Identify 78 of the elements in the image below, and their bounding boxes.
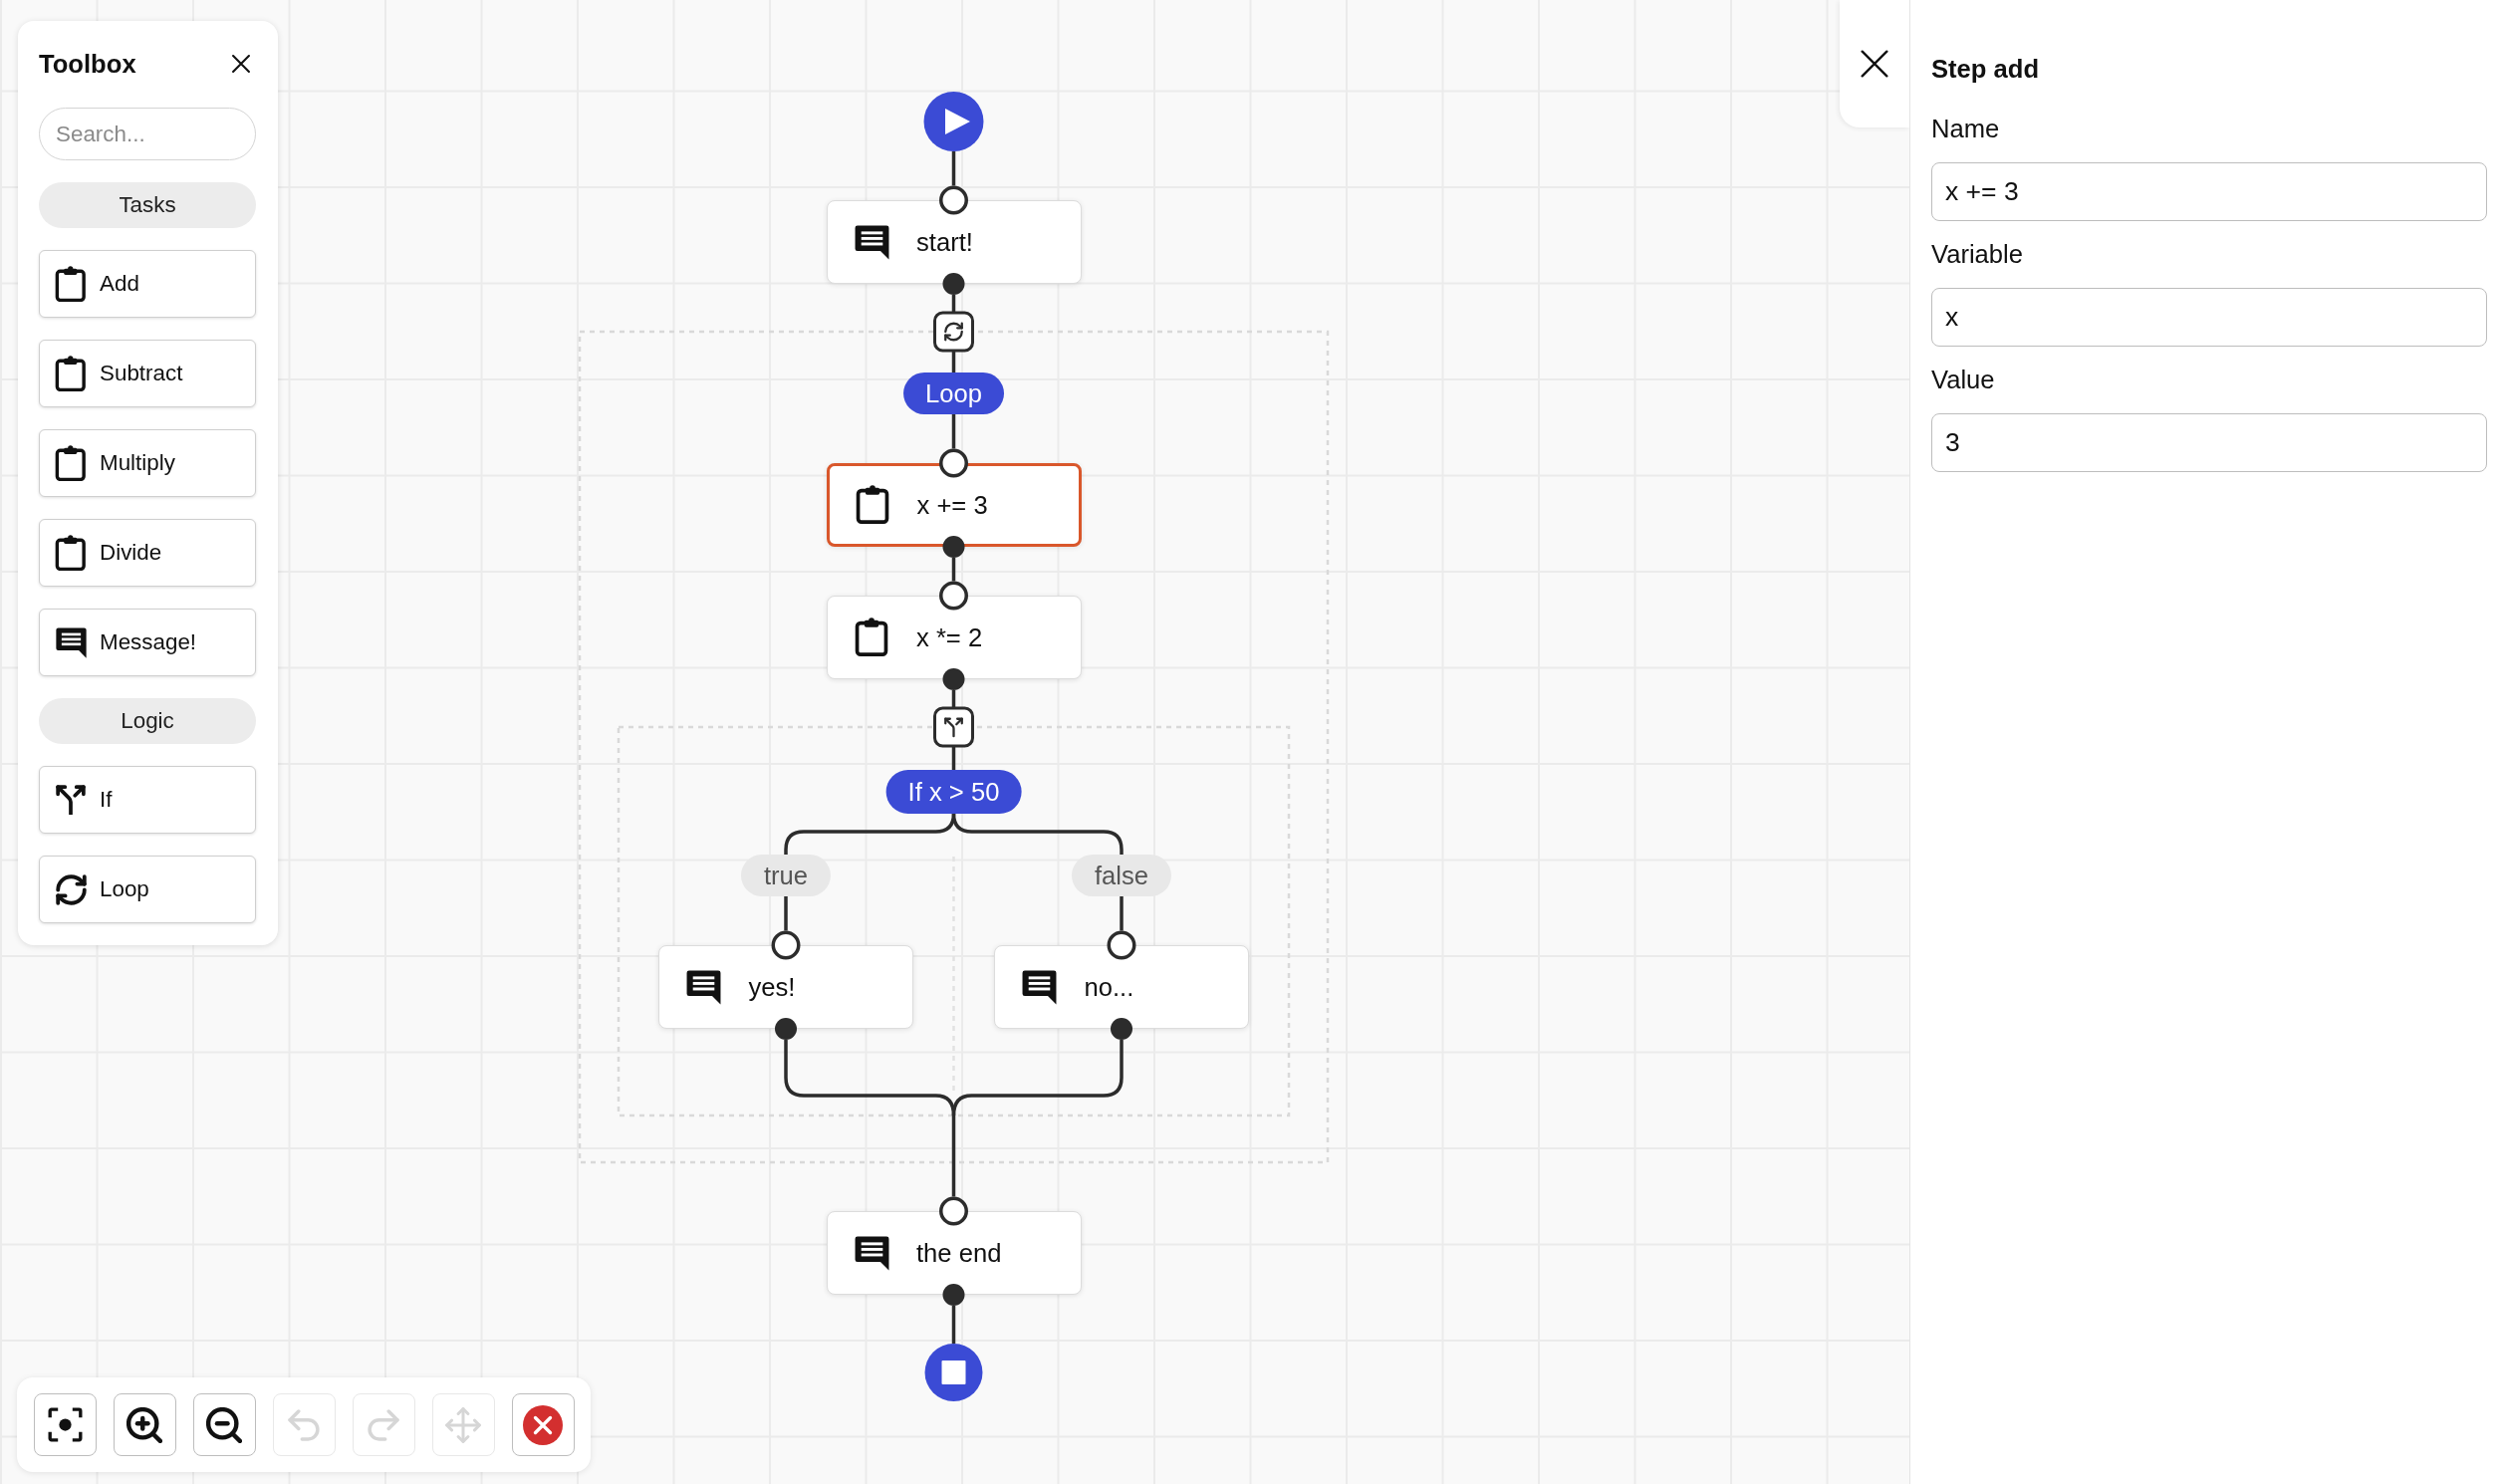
port-ring-icon (771, 930, 801, 960)
toolbox-item[interactable]: Loop (39, 856, 256, 923)
port-ring-icon (939, 1196, 968, 1226)
search-field[interactable]: Search... (39, 108, 256, 160)
step-node[interactable]: x *= 2 (826, 596, 1082, 679)
branch-label: false (1071, 855, 1172, 896)
branch-label: true (740, 855, 832, 896)
port-ring-icon (939, 448, 968, 478)
connector-line (951, 351, 956, 372)
chat-bubble-icon (1021, 968, 1058, 1006)
condition-label[interactable]: If x > 50 (885, 770, 1022, 814)
focus-icon (47, 1407, 83, 1442)
chat-bubble-icon (853, 1234, 890, 1272)
redo-icon (368, 1408, 399, 1441)
zoom-out-button[interactable] (192, 1393, 256, 1456)
panel-title: Step add (1931, 54, 2041, 84)
field-label: Value (1931, 365, 1996, 394)
zoom-out-icon (206, 1406, 242, 1443)
clipboard-icon (55, 265, 87, 303)
port-ring-icon (939, 185, 968, 215)
close-icon (1861, 50, 1888, 78)
clipboard-icon (55, 444, 87, 482)
cycle-arrows-icon (933, 311, 974, 353)
chat-bubble-icon (54, 625, 88, 659)
toolbox-item[interactable]: Add (39, 250, 256, 318)
toolbox-item[interactable]: If (39, 766, 256, 834)
fork-arrows-icon (56, 785, 86, 815)
toolbox-item[interactable]: Multiply (39, 429, 256, 497)
chat-bubble-icon (853, 223, 890, 261)
port-ring-icon (1107, 930, 1136, 960)
port-dot-icon (942, 668, 965, 690)
port-dot-icon (1111, 1018, 1132, 1040)
delete-button[interactable] (511, 1393, 575, 1456)
port-dot-icon (942, 1284, 965, 1306)
clipboard-icon (55, 355, 87, 392)
chat-bubble-icon (685, 968, 722, 1006)
step-node[interactable]: x += 3 (826, 463, 1082, 547)
text-input[interactable]: x (1931, 287, 2487, 347)
undo-icon (288, 1408, 320, 1441)
zoom-in-icon (126, 1406, 162, 1443)
play-icon (923, 92, 984, 151)
field-label: Name (1931, 114, 2001, 143)
stop-icon (924, 1344, 983, 1401)
connector-line (784, 896, 788, 931)
step-node[interactable]: no... (994, 945, 1249, 1029)
connector-line (951, 1306, 956, 1344)
step-node[interactable]: start! (826, 200, 1082, 284)
clipboard-icon (855, 618, 888, 657)
step-node[interactable]: the end (826, 1211, 1082, 1295)
port-dot-icon (942, 536, 965, 558)
connector-line (951, 151, 956, 186)
step-node[interactable]: yes! (658, 945, 913, 1029)
toolbox-title: Toolbox (39, 49, 136, 79)
category-header: Logic (39, 698, 256, 744)
port-dot-icon (942, 273, 965, 295)
zoom-in-button[interactable] (113, 1393, 176, 1456)
connector-line (951, 414, 956, 449)
clipboard-icon (55, 534, 87, 572)
clipboard-icon (855, 485, 889, 525)
move-arrows-icon (445, 1406, 481, 1443)
connector-line (951, 746, 956, 770)
toolbox-item[interactable]: Subtract (39, 340, 256, 407)
toolbox-item[interactable]: Message! (39, 609, 256, 676)
connector-line (951, 558, 956, 582)
field-label: Variable (1931, 239, 2024, 269)
connector-line (1120, 896, 1124, 931)
loop-label[interactable]: Loop (902, 372, 1005, 414)
x-circle-icon (523, 1404, 563, 1445)
fit-view-button[interactable] (33, 1393, 97, 1456)
category-header: Tasks (39, 182, 256, 228)
cycle-arrows-icon (55, 873, 87, 905)
text-input[interactable]: x += 3 (1931, 161, 2487, 221)
fork-arrows-icon (933, 706, 974, 748)
close-icon (232, 55, 250, 73)
port-dot-icon (775, 1018, 797, 1040)
toolbox-item[interactable]: Divide (39, 519, 256, 587)
port-ring-icon (939, 581, 968, 611)
text-input[interactable]: 3 (1931, 412, 2487, 472)
